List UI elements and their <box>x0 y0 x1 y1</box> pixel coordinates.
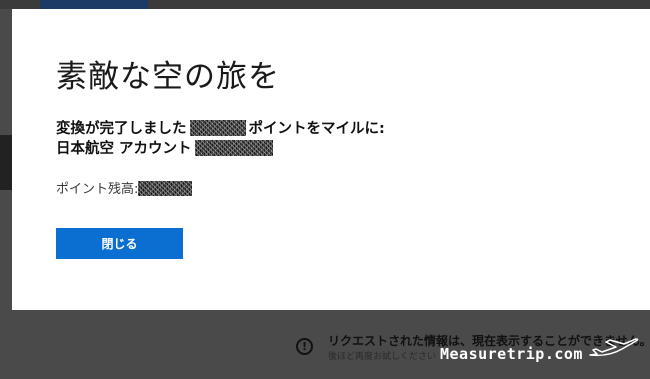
redacted-points-amount <box>189 120 246 136</box>
points-balance-label: ポイント残高: <box>56 182 139 197</box>
redacted-account-number <box>194 140 273 156</box>
close-button[interactable]: 閉じる <box>56 228 183 259</box>
conversion-message-line1: 変換が完了しました ポイントをマイルに: <box>56 119 385 139</box>
background-banner <box>40 0 148 9</box>
conversion-message-suffix: ポイントをマイルに: <box>248 121 385 137</box>
points-balance: ポイント残高: <box>56 178 193 197</box>
conversion-complete-modal: 素敵な空の旅を 変換が完了しました ポイントをマイルに: 日本航空 アカウント ポ… <box>12 9 650 310</box>
error-subtitle: 後ほど再度お試しください <box>328 352 437 362</box>
account-label: 日本航空 アカウント <box>56 141 192 157</box>
watermark-text: Measuretrip.com <box>440 345 583 363</box>
modal-title: 素敵な空の旅を <box>56 59 280 95</box>
airplane-icon <box>589 338 639 357</box>
background-left-panel <box>0 135 12 190</box>
exclamation-circle-icon: ! <box>296 338 313 355</box>
redacted-balance <box>138 181 193 196</box>
conversion-message-line2: 日本航空 アカウント <box>56 139 273 159</box>
conversion-message-prefix: 変換が完了しました <box>56 121 187 137</box>
